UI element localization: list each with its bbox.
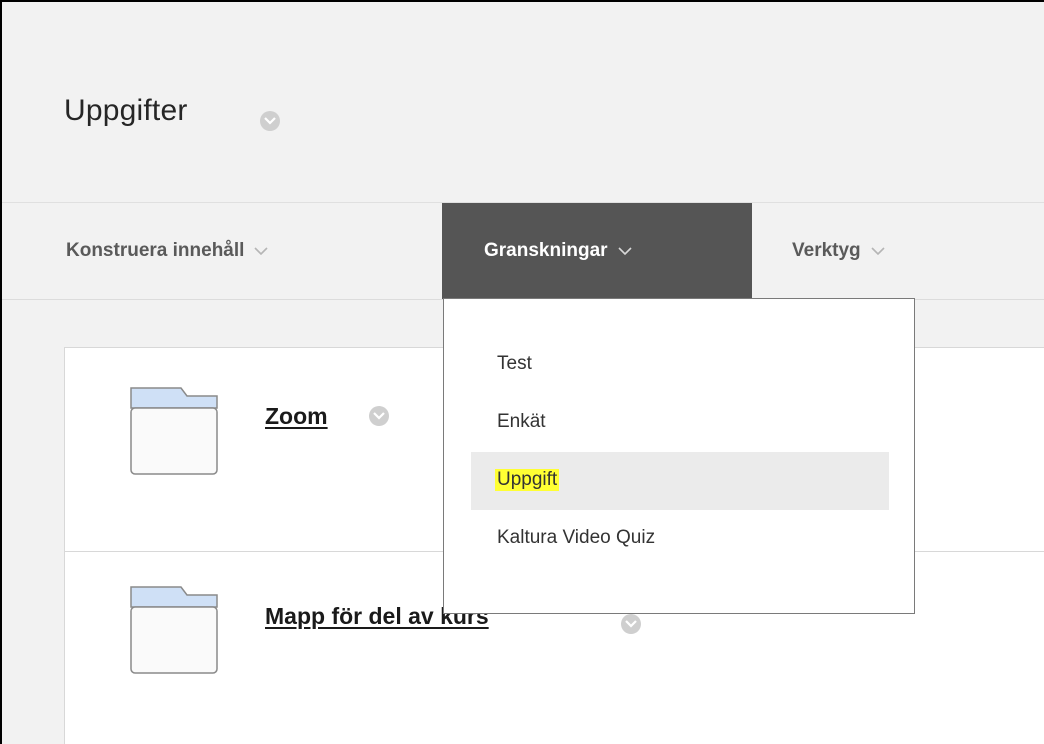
chevron-down-icon: [617, 246, 632, 255]
dropdown-item-survey[interactable]: Enkät: [471, 394, 889, 452]
dropdown-item-assignment[interactable]: Uppgift: [471, 452, 889, 510]
menu-label: Granskningar: [484, 240, 608, 261]
menu-tools[interactable]: Verktyg: [792, 203, 885, 299]
page-header: Uppgifter: [2, 2, 1044, 202]
folder-icon: [130, 586, 218, 674]
chevron-down-icon: [254, 246, 268, 255]
dropdown-item-label: Enkät: [497, 411, 546, 432]
menu-label: Verktyg: [792, 240, 861, 261]
chevron-down-icon: [871, 246, 885, 255]
dropdown-item-label: Test: [497, 353, 532, 374]
content-item-link[interactable]: Zoom: [265, 403, 328, 430]
action-bar: Konstruera innehåll Granskningar Verktyg: [2, 202, 1044, 300]
page-title: Uppgifter: [64, 94, 188, 127]
item-options-chevron-icon[interactable]: [621, 614, 641, 634]
dropdown-item-label: Kaltura Video Quiz: [497, 527, 656, 548]
dropdown-item-label: Uppgift: [495, 469, 560, 491]
dropdown-item-kaltura-video-quiz[interactable]: Kaltura Video Quiz: [471, 510, 889, 568]
dropdown-item-test[interactable]: Test: [471, 336, 889, 394]
page-options-chevron-icon[interactable]: [260, 111, 280, 131]
folder-icon: [130, 387, 218, 475]
item-options-chevron-icon[interactable]: [369, 406, 389, 426]
menu-construct-content[interactable]: Konstruera innehåll: [66, 203, 268, 299]
app-window: Uppgifter Konstruera innehåll Granskning…: [0, 0, 1044, 744]
menu-assessments[interactable]: Granskningar: [442, 203, 752, 299]
assessments-dropdown-menu: Test Enkät Uppgift Kaltura Video Quiz: [443, 298, 915, 614]
menu-label: Konstruera innehåll: [66, 240, 245, 261]
